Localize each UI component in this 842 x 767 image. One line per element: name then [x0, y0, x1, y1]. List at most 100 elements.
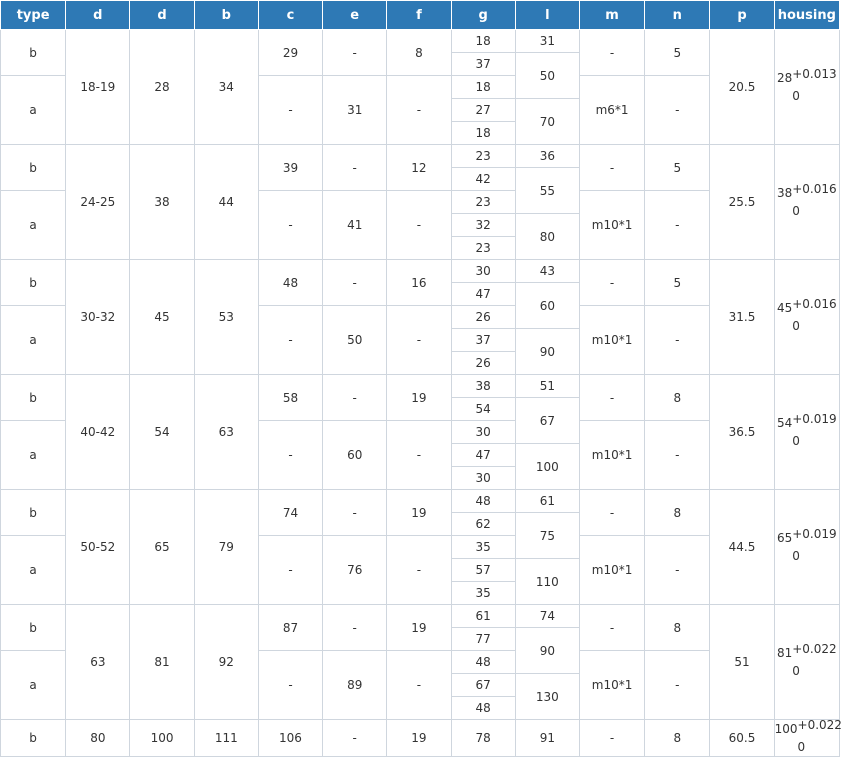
cell-type: b: [0, 144, 67, 191]
cell-g: 27: [450, 98, 516, 122]
housing-lower: 0: [792, 319, 800, 333]
table-row: b 63 81 92 87-19 61 74-8 51 81 +0.022 0: [0, 604, 841, 720]
cell-l: 80: [514, 213, 580, 260]
header-c: c: [257, 0, 324, 30]
cell-d2: 100: [129, 719, 195, 757]
cell-type: b: [0, 29, 67, 76]
spec-table: type d d b c e f g l m n p housing b 18-1…: [0, 0, 842, 757]
cell-f: 19: [386, 604, 452, 651]
cell-type: b: [0, 489, 67, 536]
cell-d: 40-42: [65, 374, 131, 490]
housing-base: 81: [776, 646, 793, 660]
housing-tolerance: +0.013 0: [792, 67, 836, 105]
cell-l: 60: [514, 282, 580, 329]
cell-f: 16: [386, 259, 452, 306]
cell-d2: 45: [129, 259, 195, 375]
housing-tolerance: +0.022 0: [797, 718, 842, 756]
cell-m: m10*1: [578, 305, 646, 375]
cell-d: 18-19: [65, 29, 131, 145]
cell-c: -: [257, 190, 324, 260]
cell-e: 60: [322, 420, 388, 490]
cell-c: 87: [257, 604, 324, 651]
cell-m: m10*1: [578, 420, 646, 490]
housing-lower: 0: [792, 549, 800, 563]
cell-housing: 28 +0.013 0: [773, 29, 841, 145]
cell-f: 12: [386, 144, 452, 191]
cell-m: -: [578, 604, 646, 651]
cell-type: a: [0, 420, 67, 490]
cell-type: a: [0, 305, 67, 375]
cell-m: m10*1: [578, 190, 646, 260]
housing-upper: +0.019: [792, 527, 837, 541]
cell-d: 30-32: [65, 259, 131, 375]
cell-m: m6*1: [578, 75, 646, 145]
housing-lower: 0: [797, 740, 806, 754]
cell-n: -: [644, 650, 711, 720]
cell-c: -: [257, 420, 324, 490]
cell-d: 24-25: [65, 144, 131, 260]
header-e: e: [322, 0, 388, 30]
cell-b: 44: [193, 144, 259, 260]
cell-b: 92: [193, 604, 259, 720]
cell-f: 8: [386, 29, 452, 76]
housing-lower: 0: [792, 434, 800, 448]
cell-g: 38: [450, 374, 516, 398]
cell-e: -: [322, 489, 388, 536]
cell-b: 79: [193, 489, 259, 605]
cell-type: b: [0, 374, 67, 421]
housing-tolerance: +0.016 0: [792, 297, 836, 335]
cell-l: 55: [514, 167, 580, 214]
cell-n: -: [644, 305, 711, 375]
cell-c: -: [257, 75, 324, 145]
cell-g: 35: [450, 581, 516, 605]
cell-g: 18: [450, 121, 516, 145]
cell-l: 90: [514, 328, 580, 375]
cell-n: 8: [644, 374, 711, 421]
table-row: b 80 100 111 106-19 78 91-8 60.5 100 +0.022 0: [0, 718, 842, 757]
cell-g: 35: [450, 535, 516, 559]
cell-l: 100: [514, 443, 580, 490]
housing-base: 38: [776, 186, 793, 200]
cell-m: m10*1: [578, 650, 646, 720]
cell-f: -: [386, 420, 452, 490]
cell-c: 106: [257, 719, 324, 757]
cell-g: 30: [450, 420, 516, 444]
header-row: type d d b c e f g l m n p housing: [0, 0, 841, 30]
housing-lower: 0: [792, 89, 800, 103]
cell-l: 130: [514, 673, 580, 720]
cell-g: 54: [450, 397, 516, 421]
cell-d: 80: [65, 719, 131, 757]
cell-f: 19: [386, 489, 452, 536]
cell-e: 31: [322, 75, 388, 145]
cell-m: -: [578, 489, 646, 536]
cell-g: 77: [450, 627, 516, 651]
cell-f: -: [386, 650, 452, 720]
header-m: m: [578, 0, 646, 30]
cell-p: 44.5: [709, 489, 775, 605]
header-d2: d: [129, 0, 195, 30]
cell-g: 23: [450, 190, 516, 214]
cell-g: 78: [450, 719, 516, 757]
cell-e: 50: [322, 305, 388, 375]
cell-type: a: [0, 75, 67, 145]
cell-m: m10*1: [578, 535, 646, 605]
cell-l: 110: [514, 558, 580, 605]
table-row: b 18-19 28 34 29-8 18 31-5 20.5 28 +0.013 0: [0, 29, 841, 145]
cell-d2: 81: [129, 604, 195, 720]
housing-lower: 0: [792, 664, 800, 678]
cell-l: 36: [514, 144, 580, 168]
cell-g: 18: [450, 75, 516, 99]
cell-p: 36.5: [709, 374, 775, 490]
cell-type: a: [0, 190, 67, 260]
cell-l: 31: [514, 29, 580, 53]
cell-g: 18: [450, 29, 516, 53]
cell-l: 51: [514, 374, 580, 398]
header-type: type: [0, 0, 67, 30]
cell-f: -: [386, 535, 452, 605]
housing-upper: +0.016: [792, 182, 837, 196]
housing-base: 100: [774, 722, 798, 736]
cell-housing: 54 +0.019 0: [773, 374, 841, 490]
cell-l: 75: [514, 512, 580, 559]
cell-f: 19: [386, 719, 452, 757]
cell-g: 47: [450, 443, 516, 467]
